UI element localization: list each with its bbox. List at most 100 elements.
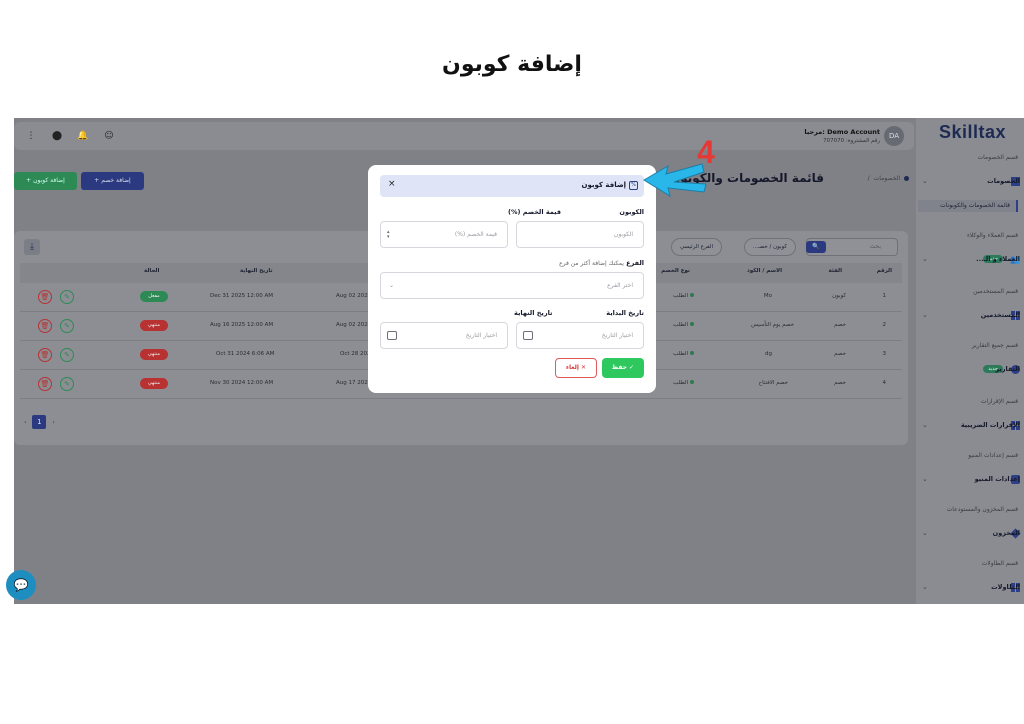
coupon-label: الكوبون bbox=[619, 208, 644, 216]
sidebar-section-title: قسم المستخدمين bbox=[973, 288, 1018, 295]
status-badge: منتهي bbox=[140, 320, 168, 331]
calendar-icon[interactable] bbox=[387, 331, 397, 340]
breadcrumb-root[interactable]: الخصومات bbox=[874, 175, 900, 182]
cell-category: خصم bbox=[834, 322, 846, 328]
cell-type: الطلب bbox=[673, 380, 694, 386]
sidebar-item-tables[interactable]: الطاولات ⌄ bbox=[920, 580, 1020, 594]
cell-end: Nov 30 2024 12:00 AM bbox=[210, 380, 274, 386]
cell-end: Aug 16 2025 12:00 AM bbox=[210, 322, 274, 328]
search-icon[interactable]: 🔍 bbox=[806, 241, 826, 253]
cell-category: خصم bbox=[834, 351, 846, 357]
chevron-down-icon: ⌄ bbox=[922, 475, 928, 483]
page-number[interactable]: 1 bbox=[32, 415, 47, 429]
delete-icon[interactable]: 🗑 bbox=[38, 290, 52, 304]
add-discount-button[interactable]: + إضافة خصم bbox=[81, 172, 144, 190]
coupon-placeholder: الكوبون bbox=[613, 231, 633, 238]
status-badge: منتهي bbox=[140, 349, 168, 360]
cell-category: خصم bbox=[834, 380, 846, 386]
end-date-label: تاريخ النهاية bbox=[514, 309, 553, 317]
cancel-button[interactable]: ✕ إلغاء bbox=[555, 358, 597, 378]
edit-icon[interactable]: ✎ bbox=[60, 377, 74, 391]
branch-filter[interactable]: الفرع الرئيسي bbox=[671, 238, 722, 256]
sidebar-item-inventory[interactable]: المخزون ⌄ bbox=[920, 526, 1021, 540]
chevron-down-icon: ⌄ bbox=[922, 311, 928, 319]
sidebar-item-discounts[interactable]: الخصومات ⌄ bbox=[920, 174, 1020, 188]
start-date-label: تاريخ البداية bbox=[606, 309, 644, 317]
chevron-down-icon: ⌄ bbox=[922, 583, 928, 591]
delete-icon[interactable]: 🗑 bbox=[38, 377, 52, 391]
modal-header: % إضافة كوبون × bbox=[380, 175, 644, 197]
end-date-input[interactable]: اختيار التاريخ bbox=[380, 322, 508, 349]
download-icon[interactable]: ⤓ bbox=[24, 239, 40, 255]
calendar-icon[interactable] bbox=[523, 331, 533, 340]
breadcrumb-separator: / bbox=[867, 175, 870, 182]
cell-type: الطلب bbox=[673, 351, 694, 357]
th-type[interactable]: نوع الخصم bbox=[661, 268, 690, 274]
sidebar-item-label: الإقرارات الضريبية bbox=[960, 421, 1020, 429]
user-subtitle: رقم المشتروة: 707070 bbox=[823, 138, 880, 144]
add-coupon-button[interactable]: + إضافة كوبون bbox=[14, 172, 77, 190]
settings-icon[interactable]: ⬤ bbox=[50, 129, 64, 143]
cancel-label: إلغاء bbox=[565, 364, 579, 371]
sidebar-item-menu[interactable]: إعدادات المنيو ⌄ bbox=[920, 472, 1020, 486]
th-category[interactable]: الفئة bbox=[829, 268, 843, 274]
edit-icon[interactable]: ✎ bbox=[60, 290, 74, 304]
cell-type: الطلب bbox=[673, 293, 694, 299]
chevron-down-icon: ⌄ bbox=[922, 421, 928, 429]
bell-icon[interactable]: 🔔 bbox=[76, 129, 90, 143]
next-page-icon[interactable]: › bbox=[52, 419, 54, 426]
discount-input[interactable]: قيمة الخصم (%) ▴ ▾ bbox=[380, 221, 508, 248]
stepper-icon[interactable]: ▴ ▾ bbox=[387, 230, 390, 240]
sidebar-item-customers[interactable]: 👥 العملاء و الـ... جديد ⌄ bbox=[920, 252, 1020, 266]
sidebar-item-tax[interactable]: الإقرارات الضريبية ⌄ bbox=[920, 418, 1020, 432]
discount-label: قيمة الخصم (%) bbox=[508, 208, 562, 216]
close-icon[interactable]: × bbox=[388, 179, 396, 189]
breadcrumb-dot-icon bbox=[904, 176, 909, 181]
sidebar-item-label: التقارير bbox=[995, 365, 1020, 373]
start-date-input[interactable]: اختيار التاريخ bbox=[516, 322, 644, 349]
sidebar-item-users[interactable]: المستخدمين ⌄ bbox=[920, 308, 1020, 322]
branch-label: الفرع bbox=[626, 259, 644, 267]
prev-page-icon[interactable]: ‹ bbox=[24, 419, 26, 426]
th-name[interactable]: الاسم / الكود bbox=[747, 268, 782, 274]
support-icon[interactable]: ☺ bbox=[102, 129, 116, 143]
branch-select[interactable]: اختر الفرع ⌄ bbox=[380, 272, 644, 299]
sidebar-item-label: المخزون bbox=[992, 529, 1020, 537]
modal-title: إضافة كوبون bbox=[581, 181, 626, 189]
chevron-down-icon: ⌄ bbox=[922, 177, 928, 185]
type-filter[interactable]: كوبون / خصـ... bbox=[743, 238, 796, 256]
sidebar-section-title: قسم الخصومات bbox=[977, 154, 1018, 161]
th-end-date[interactable]: تاريخ النهاية bbox=[240, 268, 273, 274]
sidebar-item-label: إعدادات المنيو bbox=[974, 475, 1020, 483]
edit-icon[interactable]: ✎ bbox=[60, 348, 74, 362]
edit-icon[interactable]: ✎ bbox=[60, 319, 74, 333]
end-date-placeholder: اختيار التاريخ bbox=[465, 332, 497, 339]
chevron-down-icon: ⌄ bbox=[922, 529, 928, 537]
sidebar-subitem-coupons[interactable]: قائمة الخصومات والكوبونات bbox=[918, 200, 1018, 212]
branch-label-row: الفرع يمكنك إضافة أكثر من فرع bbox=[559, 259, 644, 267]
sidebar-item-reports[interactable]: التقارير جديد bbox=[920, 362, 1020, 376]
th-status[interactable]: الحالة bbox=[144, 268, 159, 274]
breadcrumb: الخصومات / bbox=[868, 175, 909, 182]
document-title: إضافة كوبون bbox=[442, 52, 582, 77]
logo: Skilltax bbox=[938, 122, 1006, 142]
cell-name: dg bbox=[765, 351, 772, 357]
sidebar-section-title: قسم المخزون والمستودعات bbox=[946, 506, 1018, 513]
more-icon[interactable]: ⋮ bbox=[24, 129, 38, 143]
delete-icon[interactable]: 🗑 bbox=[38, 319, 52, 333]
cell-end: Dec 31 2025 12:00 AM bbox=[210, 293, 273, 299]
start-date-placeholder: اختيار التاريخ bbox=[601, 332, 633, 339]
top-bar: ⋮ ⬤ 🔔 ☺ Demo Account :مرحبا رقم المشتروة… bbox=[14, 122, 914, 150]
cell-num: 4 bbox=[882, 380, 887, 386]
pointer-arrow-icon bbox=[643, 163, 707, 198]
branch-placeholder: اختر الفرع bbox=[607, 282, 633, 289]
discount-placeholder: قيمة الخصم (%) bbox=[454, 231, 497, 238]
coupon-input[interactable]: الكوبون bbox=[516, 221, 644, 248]
cell-type: الطلب bbox=[673, 322, 694, 328]
delete-icon[interactable]: 🗑 bbox=[38, 348, 52, 362]
save-button[interactable]: ✓ حفظ bbox=[602, 358, 644, 378]
chat-icon[interactable]: 💬 bbox=[6, 570, 36, 600]
sidebar-section-title: قسم إعدادات المنيو bbox=[968, 452, 1018, 459]
avatar[interactable]: DA bbox=[884, 126, 904, 146]
sidebar-section-title: قسم الإقرارات bbox=[980, 398, 1018, 405]
